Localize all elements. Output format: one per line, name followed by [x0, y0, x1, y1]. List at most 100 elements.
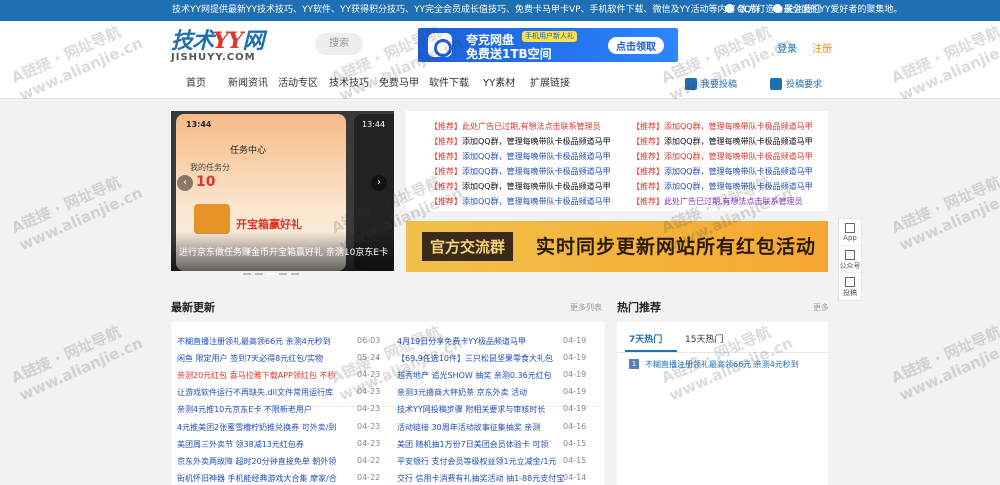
- contribute-label: 我要投稿: [701, 80, 738, 90]
- list-item-date: 04-23: [357, 387, 381, 396]
- text-ad-link[interactable]: 【推荐】添加QQ群，管理每晚带队卡极品频道马甲: [632, 166, 813, 177]
- list-item-date: 04-16: [563, 422, 587, 431]
- list-item-date: 04-15: [563, 439, 587, 448]
- list-item[interactable]: 越秀地产 追光SHOW 抽奖 亲测0.36元红包: [397, 370, 552, 381]
- site-logo[interactable]: 技术YY网 JISHUYY.COM: [171, 29, 301, 67]
- list-item-title: 交行 信用卡消费有礼抽奖活动 抽1-88元支付宝: [397, 474, 565, 483]
- list-item[interactable]: 4月19日分享免费卡YY极品频道马甲: [397, 336, 526, 347]
- list-item[interactable]: 不糊直播注册领礼最高领66元 亲测4元秒到: [177, 336, 331, 347]
- task-value: 10: [196, 174, 216, 190]
- list-item[interactable]: 让游戏软件运行不再缺失.dll文件常用运行库: [177, 387, 333, 398]
- list-item[interactable]: 活动链接 30周年活动故事征集抽奖 亲测: [397, 422, 540, 433]
- wechat-qr-button[interactable]: 公众号: [839, 246, 861, 273]
- text-ad-link[interactable]: 【推荐】添加QQ群，管理每晚带队卡极品频道马甲: [430, 181, 611, 192]
- ad-text: 添加QQ群，管理每晚带队卡极品频道马甲: [462, 167, 611, 176]
- list-item-date: 04-19: [563, 336, 587, 345]
- list-item[interactable]: 4元推美团2张蜜雪槽柠奶推兑换券 可外卖/到: [177, 422, 336, 433]
- text-ad-link[interactable]: 【推荐】添加QQ群，管理每晚带队卡极品频道马甲: [430, 166, 611, 177]
- featured-slider[interactable]: 13:44 任务中心 我的任务分 10 开宝箱赢好礼 13:44 ‹ › 进行京…: [171, 111, 394, 271]
- list-item-date: 06-03: [357, 336, 381, 345]
- list-item[interactable]: 亲测3元撸商大秤奶茶 京东外卖 活动: [397, 387, 527, 398]
- list-item-title: 4元推美团2张蜜雪槽柠奶推兑换券 可外卖/到: [177, 423, 337, 432]
- ad-text: 添加QQ群，管理每晚带队卡极品频道马甲: [664, 122, 813, 131]
- ad-text: 添加QQ群，管理每晚带队卡极品频道马甲: [664, 182, 813, 191]
- phone-time-2: 13:44: [362, 120, 386, 129]
- text-ad-link[interactable]: 【推荐】添加QQ群，管理每晚带队卡极品频道马甲: [430, 196, 611, 207]
- search-input[interactable]: 搜索: [315, 33, 363, 55]
- text-ad-link[interactable]: 【推荐】此处广告已过期,有想法点击联系管理员: [430, 121, 601, 132]
- list-item[interactable]: 技术YY网投稿步骤 附相关要求与审核时长: [397, 404, 545, 415]
- follow-us-label: 关注我们: [785, 5, 822, 15]
- quark-ad-banner[interactable]: 夸克网盘 手机用户新人礼 免费送1TB空间 点击领取: [418, 28, 678, 62]
- ad-tag: 【推荐】: [430, 197, 462, 206]
- follow-us-link[interactable]: 关注我们: [773, 0, 821, 21]
- list-item-date: 04-23: [357, 370, 381, 379]
- list-item-title: 平安银行 支付会员等级权益领1元立减金/1元: [397, 457, 557, 466]
- edit-icon: [845, 277, 855, 287]
- latest-more-link[interactable]: 更多列表: [570, 302, 602, 313]
- text-ad-link[interactable]: 【推荐】添加QQ群，管理每晚带队卡极品频道马甲: [632, 121, 813, 132]
- hot-title: 热门推荐: [617, 301, 661, 314]
- ad-text: 添加QQ群，管理每晚带队卡极品频道马甲: [462, 137, 611, 146]
- ad-group-label: 官方交流群: [422, 232, 514, 261]
- list-item[interactable]: 【69.9任选10件】三只松鼠坚果零食大礼包: [397, 353, 553, 364]
- nav-item[interactable]: 首页: [186, 69, 206, 99]
- slider-dot[interactable]: [267, 273, 275, 275]
- text-ad-link[interactable]: 【推荐】添加QQ群，管理每晚带队卡极品频道马甲: [632, 136, 813, 147]
- red-packet-ad-banner[interactable]: 官方交流群 实时同步更新网站所有红包活动: [406, 221, 828, 272]
- list-item[interactable]: 亲测4元推10元京东E卡 不限新老用户: [177, 404, 312, 415]
- ad-tag: 【推荐】: [632, 137, 664, 146]
- nav-item[interactable]: 免费马甲: [379, 69, 419, 99]
- text-ad-link[interactable]: 【推荐】添加QQ群，管理每晚带队卡极品频道马甲: [632, 181, 813, 192]
- slider-dot[interactable]: [279, 273, 287, 275]
- nav-item[interactable]: 新闻资讯: [228, 69, 268, 99]
- qq-icon: [725, 4, 734, 13]
- nav-item[interactable]: 扩展链接: [530, 69, 570, 99]
- list-item-date: 04-22: [357, 473, 381, 482]
- request-link[interactable]: 投稿要求: [770, 77, 822, 90]
- list-item[interactable]: 亲测20元红包 喜马拉雅下载APP领红包 不秒: [177, 370, 335, 381]
- banner-claim-button[interactable]: 点击领取: [608, 37, 664, 54]
- list-item[interactable]: 京东外卖两故障 超时20分钟直接免单 朝外领: [177, 456, 336, 467]
- slider-dot[interactable]: [243, 273, 251, 275]
- banner-line2: 免费送1TB空间: [466, 47, 552, 61]
- list-item-title: 亲测3元撸商大秤奶茶 京东外卖 活动: [397, 388, 528, 397]
- nav-item[interactable]: 技术技巧: [329, 69, 369, 99]
- list-item-title: 技术YY网投稿步骤 附相关要求与审核时长: [397, 405, 546, 414]
- login-link[interactable]: 登录: [777, 40, 797, 55]
- text-ad-link[interactable]: 【推荐】添加QQ群，管理每晚带队卡极品频道马甲: [430, 151, 611, 162]
- tab-7-days[interactable]: 7天热门: [629, 332, 662, 345]
- list-item[interactable]: 街机怀旧神器 手机能经典游戏大合集 摩家/合: [177, 473, 337, 484]
- text-ad-link[interactable]: 【推荐】添加QQ群，管理每晚带队卡极品频道马甲: [430, 136, 611, 147]
- text-ad-link[interactable]: 【推荐】此处广告已过期,有想法点击联系管理员: [632, 196, 803, 207]
- list-item[interactable]: 闲鱼 限定用户 签到7天必得8元红包/实物: [177, 353, 323, 364]
- text-ad-link[interactable]: 【推荐】添加QQ群，管理每晚带队卡极品频道马甲: [632, 151, 813, 162]
- list-item-title: 4月19日分享免费卡YY极品频道马甲: [397, 337, 527, 346]
- app-qr-button[interactable]: App: [839, 219, 861, 246]
- list-item-date: 04-19: [563, 353, 587, 362]
- slider-prev-button[interactable]: ‹: [177, 175, 193, 191]
- register-link[interactable]: 注册: [812, 40, 832, 55]
- hot-more-link[interactable]: 更多: [813, 302, 829, 313]
- contribute-link[interactable]: 我要投稿: [685, 77, 737, 90]
- qq-group-link[interactable]: QQ群: [725, 0, 760, 21]
- list-item-date: 04-19: [563, 387, 587, 396]
- slider-dot[interactable]: [255, 273, 263, 275]
- slider-dot[interactable]: [291, 273, 299, 275]
- app-label: App: [843, 234, 857, 242]
- tab-15-days[interactable]: 15天热门: [685, 332, 723, 345]
- nav-item[interactable]: 软件下载: [429, 69, 469, 99]
- nav-item[interactable]: YY素材: [483, 69, 515, 99]
- nav-item[interactable]: 活动专区: [278, 69, 318, 99]
- treasure-label: 开宝箱赢好礼: [236, 218, 302, 231]
- list-item[interactable]: 交行 信用卡消费有礼抽奖活动 抽1-88元支付宝: [397, 473, 564, 484]
- watermark-text: A链接 · 网址导航www.alianjie.cn: [8, 322, 146, 405]
- list-item-date: 04-23: [357, 439, 381, 448]
- list-item[interactable]: 美团 随机抽1万份7日美团会员体验卡 可领: [397, 439, 548, 450]
- list-item[interactable]: 平安银行 支付会员等级权益领1元立减金/1元: [397, 456, 556, 467]
- hot-item-link[interactable]: 不糊直播注册领礼最高领66元 亲测4元秒到: [645, 359, 799, 370]
- contribute-side-button[interactable]: 投稿: [839, 273, 861, 300]
- list-item[interactable]: 美团周三外卖节 领38减13元红包券: [177, 439, 304, 450]
- slider-next-button[interactable]: ›: [371, 175, 387, 191]
- request-icon: [770, 78, 782, 90]
